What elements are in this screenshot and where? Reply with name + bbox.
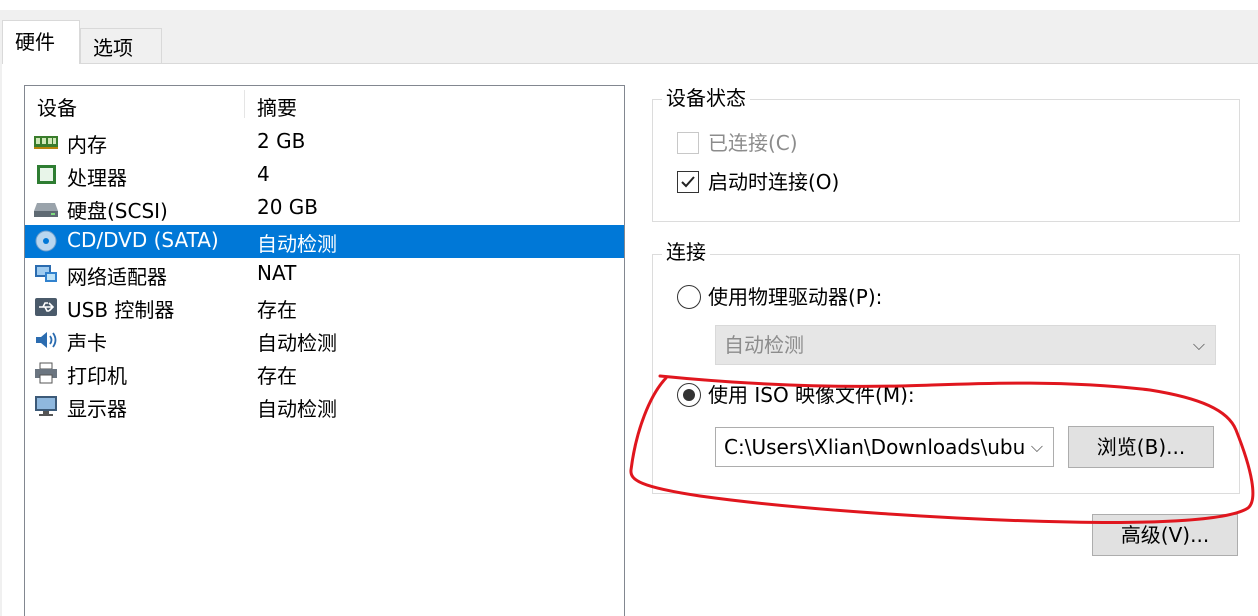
device-list[interactable]: 设备 摘要 内存 2 GB 处理器 4 硬盘(SCSI) 20 GB CD/DV… (24, 85, 625, 616)
device-row-usb[interactable]: USB 控制器 存在 (25, 291, 624, 324)
connected-label: 已连接(C) (708, 131, 798, 155)
cpu-icon (37, 165, 56, 184)
title-bar-strip (0, 0, 1258, 10)
device-summary: 20 GB (257, 195, 319, 219)
device-row-monitor[interactable]: 显示器 自动检测 (25, 390, 624, 423)
device-row-harddisk[interactable]: 硬盘(SCSI) 20 GB (25, 192, 624, 225)
cd-dvd-icon (35, 230, 57, 252)
device-summary: 自动检测 (257, 397, 337, 421)
device-summary: 存在 (257, 364, 297, 388)
device-name: 处理器 (67, 166, 127, 190)
iso-path-combo[interactable]: C:\Users\Xlian\Downloads\ubu ⌵ (715, 427, 1054, 467)
device-name: 网络适配器 (67, 265, 167, 289)
monitor-icon (35, 396, 57, 416)
memory-icon (34, 136, 58, 149)
device-list-header: 设备 摘要 (25, 86, 624, 122)
iso-file-radio[interactable] (677, 383, 701, 407)
device-row-cd-dvd[interactable]: CD/DVD (SATA) 自动检测 (25, 225, 624, 258)
device-row-printer[interactable]: 打印机 存在 (25, 357, 624, 390)
device-name: 内存 (67, 133, 107, 157)
usb-icon (35, 298, 57, 316)
device-name: 打印机 (67, 364, 127, 388)
column-header-summary[interactable]: 摘要 (257, 92, 297, 121)
tab-options[interactable]: 选项 (80, 28, 162, 64)
connect-at-power-on-label: 启动时连接(O) (708, 170, 840, 194)
device-summary: NAT (257, 261, 297, 285)
iso-path-value: C:\Users\Xlian\Downloads\ubu (724, 435, 1026, 459)
device-row-network-adapter[interactable]: 网络适配器 NAT (25, 258, 624, 291)
device-summary: 自动检测 (257, 331, 337, 355)
device-summary: 2 GB (257, 129, 306, 153)
column-header-device[interactable]: 设备 (37, 92, 77, 121)
browse-button[interactable]: 浏览(B)... (1068, 426, 1214, 468)
harddisk-icon (34, 203, 58, 217)
device-name: CD/DVD (SATA) (67, 228, 219, 252)
advanced-button[interactable]: 高级(V)... (1092, 514, 1238, 556)
chevron-down-icon: ⌵ (1192, 335, 1205, 354)
physical-drive-label: 使用物理驱动器(P): (708, 285, 883, 309)
network-adapter-icon (35, 265, 57, 282)
physical-drive-radio[interactable] (677, 285, 701, 309)
radio-selected-dot (683, 389, 695, 401)
device-status-group (652, 99, 1240, 222)
device-row-memory[interactable]: 内存 2 GB (25, 126, 624, 159)
device-name: 声卡 (67, 331, 107, 355)
connected-checkbox[interactable] (677, 132, 699, 154)
device-name: USB 控制器 (67, 298, 175, 322)
device-status-title: 设备状态 (662, 86, 750, 110)
sound-card-icon (36, 332, 57, 348)
column-divider[interactable] (244, 90, 245, 118)
printer-icon (35, 362, 57, 384)
device-row-sound-card[interactable]: 声卡 自动检测 (25, 324, 624, 357)
tab-hardware[interactable]: 硬件 (2, 20, 80, 64)
device-name: 硬盘(SCSI) (67, 199, 168, 223)
device-summary: 存在 (257, 298, 297, 322)
physical-drive-value: 自动检测 (724, 333, 804, 357)
device-row-cpu[interactable]: 处理器 4 (25, 159, 624, 192)
device-summary: 自动检测 (257, 232, 337, 256)
device-name: 显示器 (67, 397, 127, 421)
iso-file-label: 使用 ISO 映像文件(M): (708, 383, 915, 407)
checkmark-icon (681, 176, 695, 188)
connect-at-power-on-checkbox[interactable] (677, 171, 699, 193)
physical-drive-select[interactable]: 自动检测 ⌵ (715, 325, 1216, 365)
connection-title: 连接 (662, 240, 710, 264)
device-summary: 4 (257, 162, 270, 186)
tab-bar: 硬件 选项 (0, 20, 1258, 64)
chevron-down-icon: ⌵ (1030, 437, 1043, 456)
